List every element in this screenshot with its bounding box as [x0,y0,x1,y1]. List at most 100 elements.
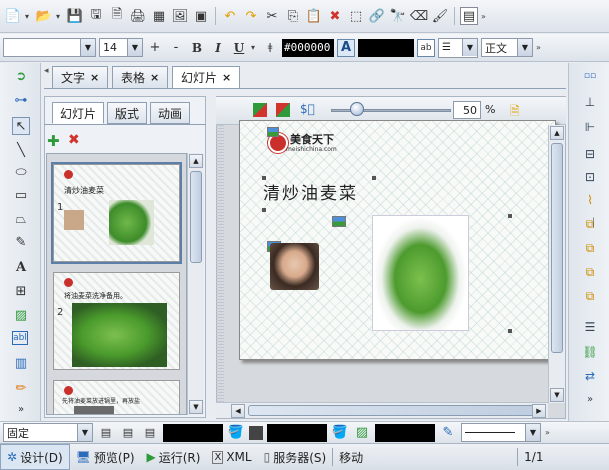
align-center-icon[interactable]: ▤ [119,424,137,442]
collapse-right-icon[interactable]: │ [591,218,596,227]
text-tool-icon[interactable]: A [12,258,30,276]
slide-thumbnail-1[interactable]: 清炒油麦菜 1 [51,162,182,264]
border-pen-icon[interactable]: ✎ [439,424,457,442]
dish-image[interactable] [372,215,469,331]
more-tools-icon[interactable]: » [581,390,599,408]
paragraph-style-select[interactable]: 正文 ▼ [481,38,533,57]
tab-slides-list[interactable]: 幻灯片 [52,102,105,124]
editor-vertical-scrollbar[interactable]: ▲ ▼ [548,125,565,403]
highlighter-tool-icon[interactable]: ✏ [12,379,30,397]
align-right-icon[interactable]: ▤ [141,424,159,442]
portrait-image[interactable] [270,243,319,290]
pointer-tool-icon[interactable]: ↖ [12,117,30,135]
font-shrink-icon[interactable]: - [167,39,185,57]
hyperlink-icon[interactable]: ⛓ [581,343,599,361]
tab-layout[interactable]: 版式 [107,102,148,124]
slide-canvas[interactable]: 美食天下 meishichina.com 清炒油麦菜 [239,120,556,360]
preview-mode-button[interactable]: 🖥 预览(P) [70,444,141,470]
selection-handle[interactable] [262,208,266,212]
selection-handle[interactable] [262,176,266,180]
bring-forward-icon[interactable]: ⧉ [581,263,599,281]
toolbar-overflow-icon[interactable]: » [536,43,543,52]
layout-mode-select[interactable]: 固定 ▼ [3,423,93,442]
delete-icon[interactable]: ✖ [326,7,344,25]
scrollbar-thumb[interactable] [190,171,202,263]
frame-icon[interactable]: ⊟ [581,145,599,163]
tab-table[interactable]: 表格 × [112,66,169,88]
delete-slide-icon[interactable]: ✖ [68,132,80,148]
open-dropdown-icon[interactable]: ▾ [56,12,63,21]
scroll-up-icon[interactable]: ▲ [550,126,564,140]
align-icon[interactable]: ⊩ [581,118,599,136]
thumbnail-scrollbar[interactable]: ▲ ▼ [187,153,204,415]
line-style-select[interactable]: ▼ [461,423,541,442]
hierarchy-icon[interactable]: ⊥ [581,93,599,111]
run-mode-button[interactable]: ▶ 运行(R) [141,444,207,470]
selection-handle[interactable] [508,214,512,218]
scroll-left-icon[interactable]: ◀ [231,404,245,418]
close-icon[interactable]: × [150,71,159,84]
xml-mode-button[interactable]: X XML [206,444,257,470]
tab-slides[interactable]: 幻灯片 × [172,66,241,88]
line-tool-icon[interactable]: ╲ [12,141,30,159]
slide-thumbnail-3[interactable]: 先将油麦菜放进锅里，再放盐 [53,380,180,414]
find-icon[interactable]: 🔭 [389,7,407,25]
font-color-icon[interactable]: A [337,38,355,57]
toolbar-overflow-icon[interactable]: » [545,428,552,437]
paste-icon[interactable]: 📋 [305,7,323,25]
fill-color-box[interactable] [163,423,223,442]
selection-handle[interactable] [508,329,512,333]
selection-handle[interactable] [372,176,376,180]
save-icon[interactable]: 💾 [66,7,84,25]
eraser-icon[interactable]: ⌫ [410,7,428,25]
clip-icon[interactable]: ⌇ [581,191,599,209]
border-color-box[interactable] [375,423,435,442]
tab-text[interactable]: 文字 × [52,66,109,88]
add-slide-icon[interactable]: ✚ [47,132,60,150]
bold-icon[interactable]: B [188,39,206,57]
image-frame-icon[interactable]: 🖼 [171,7,189,25]
font-family-select[interactable]: ▼ [3,38,96,57]
table-insert-icon[interactable]: ▦ [150,7,168,25]
close-icon[interactable]: × [222,71,231,84]
strikethrough-icon[interactable]: ǂ [261,39,279,57]
font-color-hex[interactable]: #000000 [282,38,334,57]
underline-icon[interactable]: U [230,39,248,57]
connector-icon[interactable]: ⊶ [12,91,30,109]
insert-arrow-icon[interactable]: ➲ [12,67,30,85]
remove-slide-icon[interactable] [276,103,290,117]
new-slide-icon[interactable] [253,103,267,117]
redo-icon[interactable]: ↷ [242,7,260,25]
scrollbar-thumb[interactable] [248,405,538,416]
line-color-box[interactable] [267,423,327,442]
copy-icon[interactable]: ⎘ [284,7,302,25]
panel-toggle-icon[interactable]: ▤ [460,7,478,25]
collapse-left-icon[interactable]: ◂ [44,66,49,76]
zoom-input[interactable]: 50 [453,101,481,119]
new-document-icon[interactable]: 📄 [4,7,22,25]
scroll-down-icon[interactable]: ▼ [189,400,203,414]
highlight-icon[interactable]: ab [417,38,435,57]
underline-dropdown-icon[interactable]: ▾ [251,43,258,52]
send-back-icon[interactable]: ⧉ [581,239,599,257]
polygon-tool-icon[interactable]: ⏢ [12,210,30,228]
print-icon[interactable]: 🖨 [129,7,147,25]
more-tools-icon[interactable]: » [12,400,30,418]
format-brush-icon[interactable]: 🖌 [431,7,449,25]
scroll-right-icon[interactable]: ▶ [532,404,546,418]
select-all-icon[interactable]: ⬚ [347,7,365,25]
close-icon[interactable]: × [90,71,99,84]
table-tool-icon[interactable]: ⊞ [12,282,30,300]
font-size-select[interactable]: 14 ▼ [99,38,143,57]
server-mode-button[interactable]: ▯ 服务器(S) [258,444,333,470]
chart-tool-icon[interactable]: ▥ [12,354,30,372]
properties-icon[interactable]: ☰ [581,318,599,336]
slide-thumbnail-2[interactable]: 将油麦菜洗净备用。 2 [53,272,180,370]
rectangle-tool-icon[interactable]: ▭ [12,186,30,204]
scroll-down-icon[interactable]: ▼ [550,388,564,402]
label-tool-icon[interactable]: abl [12,331,28,345]
italic-icon[interactable]: I [209,39,227,57]
slide-title[interactable]: 清炒油麦菜 [263,179,358,204]
editor-horizontal-scrollbar[interactable]: ◀ ▶ [216,402,548,418]
align-left-icon[interactable]: ▤ [97,424,115,442]
